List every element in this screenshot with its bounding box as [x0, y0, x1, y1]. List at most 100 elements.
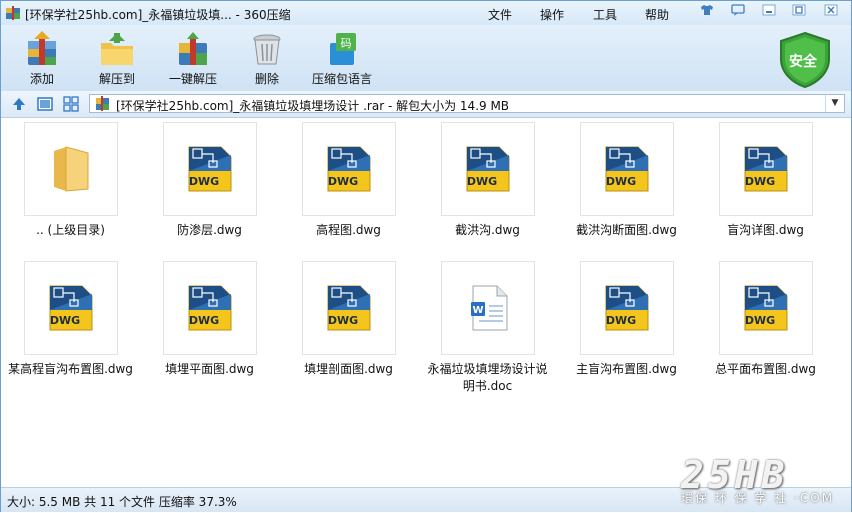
file-thumbnail: DWG	[301, 261, 396, 355]
file-thumbnail: DWG	[162, 122, 257, 216]
add-label: 添加	[29, 72, 54, 86]
dwg-file-icon: DWG	[466, 146, 509, 192]
file-thumbnail: DWG	[440, 122, 535, 216]
app-window: [环保学社25hb.com]_永福镇垃圾填... - 360压缩 文件 操作 工…	[0, 0, 852, 512]
file-thumbnail: DWG	[162, 261, 257, 355]
app-icon	[6, 6, 20, 20]
svg-text:DWG: DWG	[188, 175, 218, 188]
file-thumbnail: DWG	[718, 122, 813, 216]
feedback-icon[interactable]	[729, 4, 747, 20]
file-thumbnail: DWG	[718, 261, 813, 355]
archive-language-label: 压缩包语言	[311, 72, 372, 86]
one-click-extract-button[interactable]: 一键解压	[163, 31, 223, 87]
file-name: 填埋剖面图.dwg	[304, 362, 393, 376]
dwg-file-icon: DWG	[188, 146, 231, 192]
file-item[interactable]: DWG 防渗层.dwg	[140, 122, 279, 239]
svg-text:DWG: DWG	[188, 314, 218, 327]
file-name: 高程图.dwg	[316, 223, 381, 237]
file-item[interactable]: DWG 盲沟详图.dwg	[696, 122, 835, 239]
menu-file[interactable]: 文件	[488, 6, 512, 23]
extract-to-label: 解压到	[98, 72, 135, 86]
svg-text:DWG: DWG	[605, 314, 635, 327]
file-thumbnail: DWG	[579, 122, 674, 216]
delete-button[interactable]: 删除	[244, 31, 290, 87]
dwg-file-icon: DWG	[49, 285, 92, 331]
list-view-icon[interactable]	[63, 96, 79, 112]
svg-text:DWG: DWG	[744, 314, 774, 327]
file-item[interactable]: DWG 总平面布置图.dwg	[696, 261, 835, 378]
one-click-extract-label: 一键解压	[168, 72, 217, 86]
file-name: 盲沟详图.dwg	[727, 223, 804, 237]
archive-language-button[interactable]: 码 压缩包语言	[307, 31, 377, 87]
menu-operate[interactable]: 操作	[540, 6, 564, 23]
close-icon[interactable]	[822, 4, 840, 20]
large-icon-view-icon[interactable]	[37, 96, 53, 112]
file-name: 截洪沟.dwg	[455, 223, 520, 237]
dwg-file-icon: DWG	[327, 146, 370, 192]
chevron-down-icon[interactable]: ▼	[825, 95, 844, 112]
file-item[interactable]: DWG 填埋剖面图.dwg	[279, 261, 418, 378]
dwg-file-icon: DWG	[327, 285, 370, 331]
status-text: 大小: 5.5 MB 共 11 个文件 压缩率 37.3%	[7, 495, 237, 509]
dwg-file-icon: DWG	[744, 146, 787, 192]
dwg-file-icon: DWG	[188, 285, 231, 331]
file-thumbnail: DWG	[579, 261, 674, 355]
minimize-icon[interactable]	[760, 4, 778, 20]
dwg-file-icon: DWG	[605, 146, 648, 192]
watermark-sub: 環保 环 保 学 社 ·COM	[681, 491, 835, 505]
file-name: 截洪沟断面图.dwg	[576, 223, 677, 237]
parent-folder-item[interactable]: .. (上级目录)	[1, 122, 140, 239]
archive-icon	[96, 96, 109, 111]
delete-label: 删除	[254, 72, 279, 86]
folder-icon	[53, 146, 88, 192]
watermark-logo: 25HB 環保 环 保 学 社 ·COM	[677, 453, 852, 513]
file-name: 总平面布置图.dwg	[715, 362, 816, 376]
file-name: 防渗层.dwg	[177, 223, 242, 237]
file-name: 主盲沟布置图.dwg	[576, 362, 677, 376]
archive-language-icon: 码	[330, 33, 356, 65]
restore-icon[interactable]	[790, 4, 808, 20]
svg-text:DWG: DWG	[327, 175, 357, 188]
address-field[interactable]: [环保学社25hb.com]_永福镇垃圾填埋场设计 .rar - 解包大小为 1…	[89, 94, 845, 113]
file-name: 某高程盲沟布置图.dwg	[8, 362, 133, 376]
file-name: .. (上级目录)	[36, 223, 105, 237]
file-item[interactable]: DWG 填埋平面图.dwg	[140, 261, 279, 378]
toolbar: 添加 解压到 一键解压 删除 码 压缩包语言 安全	[1, 25, 851, 92]
extract-to-icon	[101, 33, 133, 65]
dwg-file-icon: DWG	[744, 285, 787, 331]
extract-to-button[interactable]: 解压到	[94, 31, 140, 87]
security-shield[interactable]: 安全	[777, 31, 833, 92]
file-item[interactable]: DWG 某高程盲沟布置图.dwg	[1, 261, 140, 378]
file-name: 填埋平面图.dwg	[165, 362, 254, 376]
svg-text:DWG: DWG	[466, 175, 496, 188]
file-item[interactable]: DWG 截洪沟断面图.dwg	[557, 122, 696, 239]
file-item[interactable]: DWG 高程图.dwg	[279, 122, 418, 239]
svg-text:DWG: DWG	[605, 175, 635, 188]
file-thumbnail: DWG	[23, 261, 118, 355]
shield-label: 安全	[789, 54, 817, 70]
add-button[interactable]: 添加	[19, 31, 65, 87]
address-bar: [环保学社25hb.com]_永福镇垃圾填埋场设计 .rar - 解包大小为 1…	[1, 91, 851, 118]
file-item[interactable]: DWG 截洪沟.dwg	[418, 122, 557, 239]
svg-text:DWG: DWG	[49, 314, 79, 327]
file-item[interactable]: W 永福垃圾填埋场设计说明书.doc	[418, 261, 557, 395]
dwg-file-icon: DWG	[605, 285, 648, 331]
trash-icon	[253, 34, 281, 65]
one-click-extract-icon	[179, 32, 207, 65]
svg-text:W: W	[472, 305, 483, 316]
svg-text:码: 码	[341, 37, 352, 50]
shirt-icon[interactable]	[698, 4, 716, 20]
file-list: .. (上级目录) DWG 防渗层.dwg DWG 高程图.dwg DWG 截洪…	[1, 118, 851, 487]
file-item[interactable]: DWG 主盲沟布置图.dwg	[557, 261, 696, 378]
file-thumbnail	[23, 122, 118, 216]
svg-text:DWG: DWG	[744, 175, 774, 188]
file-thumbnail: DWG	[301, 122, 396, 216]
menu-help[interactable]: 帮助	[645, 6, 669, 23]
window-title: [环保学社25hb.com]_永福镇垃圾填... - 360压缩	[25, 8, 291, 22]
svg-text:DWG: DWG	[327, 314, 357, 327]
file-name: 永福垃圾填埋场设计说明书.doc	[427, 362, 548, 393]
up-arrow-icon[interactable]	[11, 96, 27, 112]
menu-tools[interactable]: 工具	[593, 6, 617, 23]
word-doc-icon: W	[470, 285, 507, 331]
file-thumbnail: W	[440, 261, 535, 355]
